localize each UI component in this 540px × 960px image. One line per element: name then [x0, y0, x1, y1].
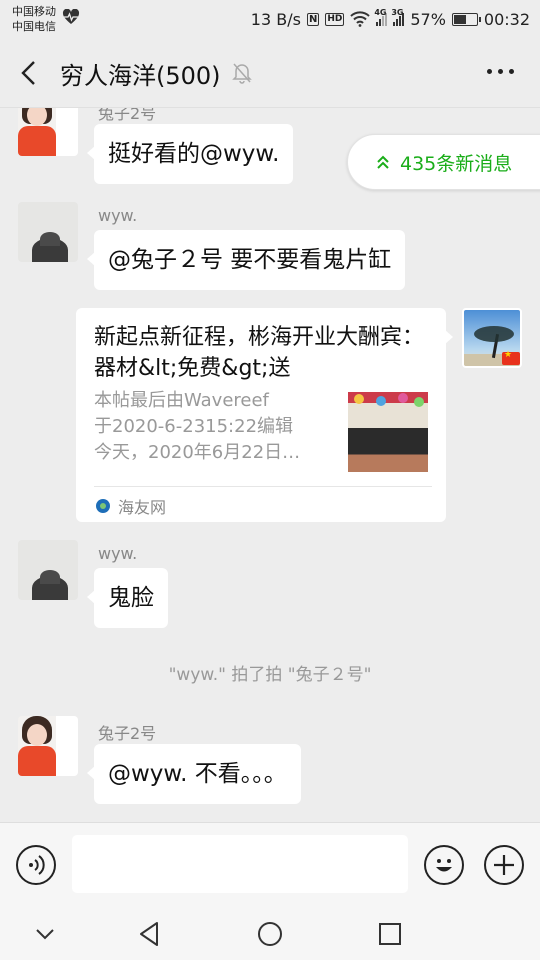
link-card-source-name: 海友网 — [118, 498, 167, 517]
circle-home-icon[interactable] — [254, 918, 286, 950]
avatar-wyw[interactable] — [18, 540, 78, 600]
nfc-icon: N — [306, 12, 320, 26]
avatar-rabbit2[interactable] — [18, 716, 78, 776]
link-card-title: 新起点新征程，彬海开业大酬宾：器材&lt;免费&gt;送 — [94, 325, 425, 381]
battery-percent: 57% — [410, 9, 446, 29]
battery-icon — [451, 12, 481, 26]
signal-1-label: 4G — [374, 8, 387, 17]
battery-fill — [453, 14, 466, 24]
link-card-divider — [94, 486, 432, 487]
new-messages-count: 435条新消息 — [400, 153, 513, 175]
square-recent-icon[interactable] — [374, 918, 406, 950]
status-bar: 中国移动 中国电信 13 B/s N HD 4G 3G 57% 00:32 — [0, 0, 540, 38]
system-nav-bar — [0, 908, 540, 960]
signal-2: 3G — [391, 8, 405, 26]
link-card-desc-line: 于2020-6-2315:22编辑 — [94, 416, 294, 437]
carrier-1: 中国移动 — [12, 5, 56, 18]
message-bubble[interactable]: 挺好看的@wyw. — [86, 124, 294, 184]
chat-header: 穷人海洋(500) — [0, 38, 540, 108]
more-icon[interactable] — [487, 69, 514, 74]
message-bubble[interactable]: 鬼脸 — [87, 568, 168, 628]
signal-2-label: 3G — [391, 8, 404, 17]
carrier-2: 中国电信 — [12, 20, 56, 33]
net-speed: 13 B/s — [250, 9, 301, 29]
message-input[interactable] — [72, 835, 408, 893]
sender-name: wyw. — [98, 544, 138, 563]
clock: 00:32 — [483, 9, 530, 29]
carrier-info: 中国移动 中国电信 — [12, 4, 56, 34]
link-card-source: 海友网 — [96, 494, 166, 518]
double-chevron-up-icon — [377, 155, 389, 169]
message-bubble[interactable]: @wyw. 不看。。。 — [87, 744, 301, 804]
heart-rate-icon — [62, 9, 80, 24]
chat-title: 穷人海洋(500) — [60, 62, 221, 90]
link-card-description: 本帖最后由Wavereef 于2020-6-2315:22编辑 今天，2020年… — [94, 388, 334, 466]
avatar-rabbit2[interactable] — [18, 108, 78, 156]
link-card[interactable]: 新起点新征程，彬海开业大酬宾：器材&lt;免费&gt;送 本帖最后由Wavere… — [76, 308, 453, 522]
link-card-desc-line: 今天，2020年6月22日… — [94, 442, 301, 463]
chevron-down-icon[interactable] — [29, 918, 61, 950]
sender-name: 兔子2号 — [98, 108, 157, 123]
avatar-wyw[interactable] — [18, 202, 78, 262]
bell-off-icon — [232, 63, 252, 84]
message-list[interactable]: 兔子2号 挺好看的@wyw. 435条新消息 wyw. @兔子２号 要不要看鬼片… — [0, 108, 540, 822]
new-messages-banner[interactable]: 435条新消息 — [347, 134, 540, 190]
plus-icon[interactable] — [484, 845, 524, 885]
triangle-back-icon[interactable] — [134, 918, 166, 950]
link-card-thumbnail — [348, 392, 428, 472]
hd-badge: HD — [325, 12, 345, 26]
input-bar — [0, 822, 540, 908]
wifi-icon — [350, 11, 371, 27]
sender-name: 兔子2号 — [98, 724, 157, 743]
link-card-desc-line: 本帖最后由Wavereef — [94, 390, 269, 411]
status-right: 13 B/s N HD 4G 3G 57% 00:32 — [251, 8, 530, 30]
source-logo-icon — [96, 499, 110, 513]
sender-name: wyw. — [98, 206, 138, 225]
flag-icon — [502, 350, 520, 365]
emoji-icon[interactable] — [424, 845, 464, 885]
voice-icon[interactable] — [16, 845, 56, 885]
system-notice: "wyw." 拍了拍 "兔子２号" — [168, 665, 372, 685]
message-bubble[interactable]: @兔子２号 要不要看鬼片缸 — [86, 230, 406, 290]
signal-1: 4G — [374, 8, 388, 26]
back-arrow-icon[interactable] — [18, 60, 42, 86]
